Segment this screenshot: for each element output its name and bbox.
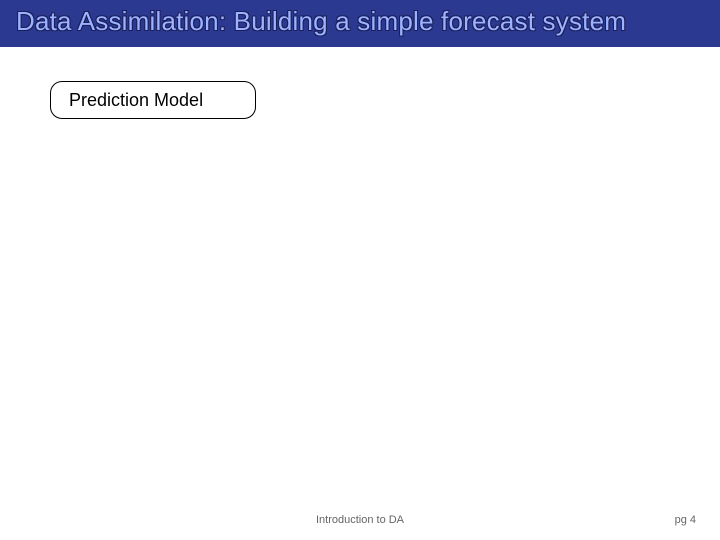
slide-title: Data Assimilation: Building a simple for…: [16, 6, 704, 37]
footer-page-number: pg 4: [675, 514, 696, 526]
box-label: Prediction Model: [69, 90, 203, 111]
title-bar: Data Assimilation: Building a simple for…: [0, 0, 720, 47]
prediction-model-box: Prediction Model: [50, 81, 256, 119]
content-area: Prediction Model: [0, 47, 720, 537]
footer-center: Introduction to DA: [316, 514, 404, 526]
